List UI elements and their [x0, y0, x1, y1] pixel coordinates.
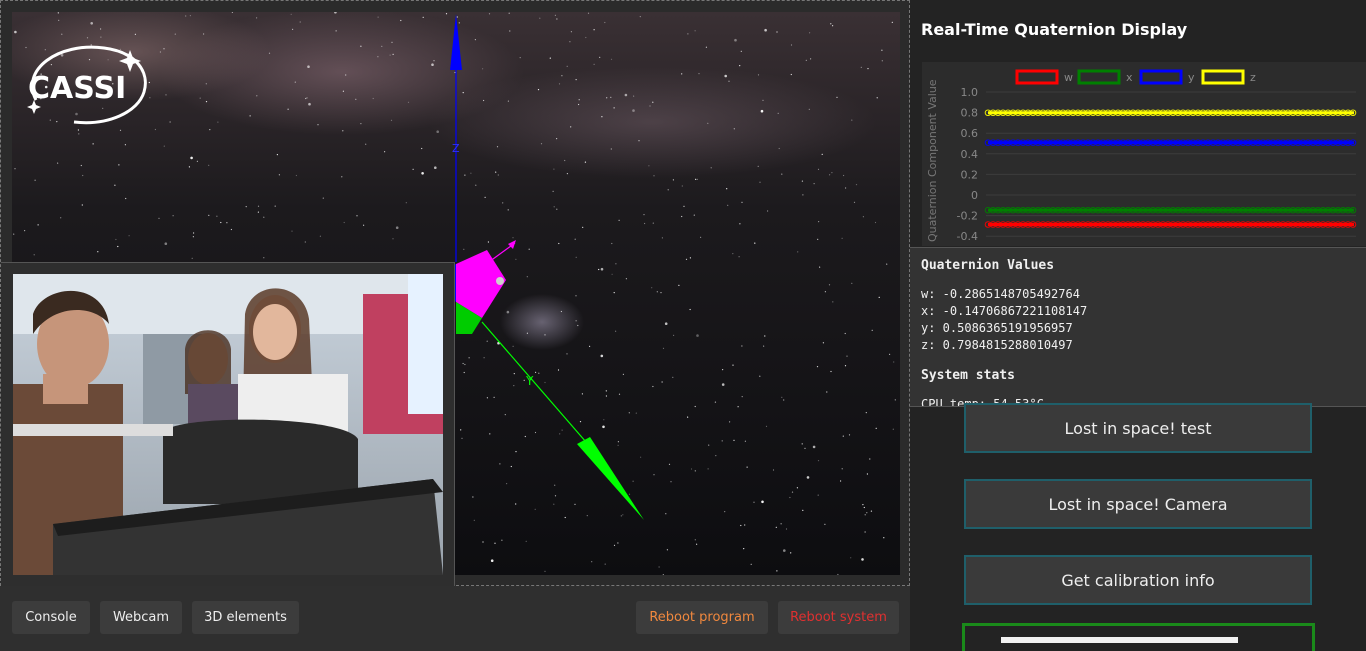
- get-calibration-info-button[interactable]: Get calibration info: [964, 555, 1312, 605]
- console-button[interactable]: Console: [12, 601, 90, 634]
- progress-bar: [1001, 637, 1238, 643]
- app-window: Z Y CASSI Console Webcam 3D elements Reb…: [0, 0, 1366, 651]
- legend-swatch-z: [1201, 69, 1245, 85]
- reboot-system-button[interactable]: Reboot system: [778, 601, 899, 634]
- quaternion-y-value: y: 0.5086365191956957: [921, 321, 1073, 335]
- y-tick-label: 0.6: [961, 127, 979, 140]
- webcam-feed: [13, 274, 443, 575]
- quaternion-values-heading: Quaternion Values: [921, 258, 1055, 273]
- legend-label-w: w: [1064, 71, 1073, 84]
- legend-swatch-w: [1015, 69, 1059, 85]
- y-tick-label: 0.8: [961, 107, 979, 120]
- z-axis-label: Z: [452, 142, 460, 155]
- y-axis-label: Quaternion Component Value: [926, 79, 939, 242]
- legend-label-y: y: [1188, 71, 1195, 84]
- legend-label-z: z: [1250, 71, 1256, 84]
- legend-label-x: x: [1126, 71, 1133, 84]
- y-tick-label: -0.2: [957, 210, 978, 223]
- quaternion-x-value: x: -0.14706867221108147: [921, 304, 1088, 318]
- 3d-elements-button[interactable]: 3D elements: [192, 601, 299, 634]
- quaternion-chart: w x y z 1.0 0.8 0.6 0.4 0.2 0 -0.2 -0.4 Quaternion C…: [922, 62, 1366, 246]
- cube-marker: [496, 277, 504, 285]
- reboot-program-button[interactable]: Reboot program: [636, 601, 768, 634]
- y-axis-label: Y: [525, 374, 534, 388]
- legend-swatch-y: [1139, 69, 1183, 85]
- webcam-panel: [1, 262, 455, 586]
- lost-in-space-test-button[interactable]: Lost in space! test: [964, 403, 1312, 453]
- y-axis-arrowhead: [577, 437, 644, 520]
- z-axis-arrowhead: [450, 14, 462, 70]
- logo-text: CASSI: [28, 71, 126, 106]
- progress-container: [962, 623, 1315, 651]
- series-z: [984, 109, 1357, 117]
- webcam-image: [13, 274, 443, 575]
- system-stats-heading: System stats: [921, 368, 1015, 383]
- y-tick-label: 1.0: [961, 86, 979, 99]
- y-tick-label: 0: [971, 189, 978, 202]
- quaternion-z-value: z: 0.7984815288010497: [921, 338, 1073, 352]
- right-panel: Real-Time Quaternion Display w x y z 1.0 0.8 0…: [910, 0, 1366, 651]
- lost-in-space-camera-button[interactable]: Lost in space! Camera: [964, 479, 1312, 529]
- series-w: [984, 221, 1357, 228]
- panel-title: Real-Time Quaternion Display: [921, 20, 1188, 39]
- cassi-logo: CASSI: [27, 45, 147, 125]
- quaternion-w-value: w: -0.2865148705492764: [921, 287, 1080, 301]
- 3d-viewport[interactable]: Z Y CASSI: [0, 0, 910, 586]
- y-tick-label: 0.2: [961, 168, 979, 181]
- y-tick-label: 0.4: [961, 148, 979, 161]
- series-y: [984, 139, 1357, 146]
- webcam-button[interactable]: Webcam: [100, 601, 182, 634]
- bottom-toolbar: Console Webcam 3D elements Reboot progra…: [0, 586, 910, 651]
- legend-swatch-x: [1077, 69, 1121, 85]
- series-x: [984, 206, 1357, 214]
- y-tick-label: -0.4: [957, 230, 978, 243]
- chart-svg: w x y z 1.0 0.8 0.6 0.4 0.2 0 -0.2 -0.4 Quaternion C…: [926, 69, 1357, 243]
- quaternion-values-panel: Quaternion Values w: -0.2865148705492764…: [910, 247, 1366, 407]
